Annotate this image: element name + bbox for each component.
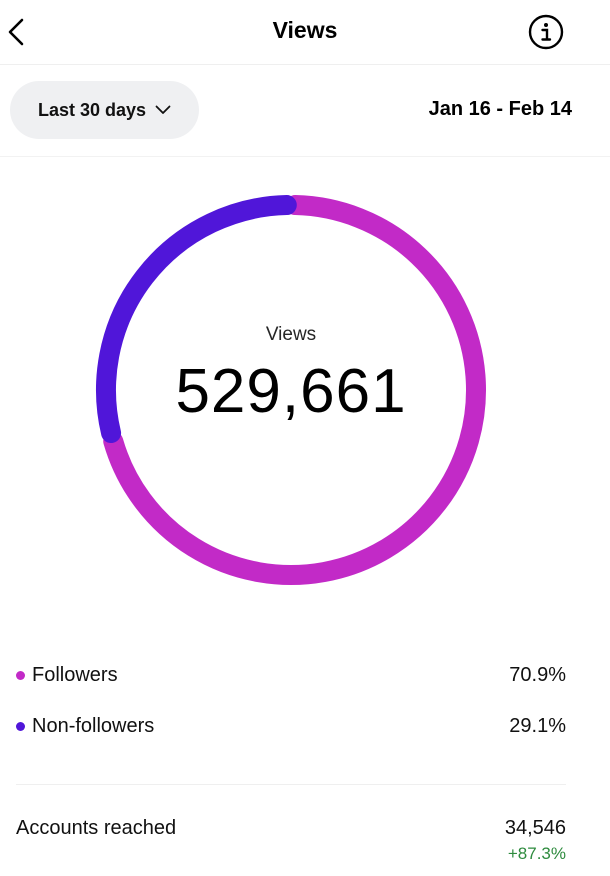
legend-label-followers: Followers: [32, 663, 118, 686]
legend-value-non-followers: 29.1%: [509, 714, 566, 737]
accounts-reached-change: +87.3%: [507, 844, 566, 863]
non-followers-dot-icon: [16, 721, 25, 731]
legend-label-non-followers: Non-followers: [32, 714, 155, 737]
donut-center-value: 529,661: [175, 357, 407, 426]
followers-dot-icon: [16, 670, 25, 680]
legend-row-non-followers: Non-followers 29.1%: [16, 711, 566, 741]
views-donut-chart: [0, 0, 610, 610]
section-divider: [16, 784, 566, 785]
legend-value-followers: 70.9%: [509, 663, 566, 686]
accounts-reached-label: Accounts reached: [16, 817, 177, 839]
donut-chart-svg: [96, 195, 486, 585]
legend-row-followers: Followers 70.9%: [16, 660, 566, 690]
donut-center-label: Views: [265, 324, 317, 345]
accounts-reached-value: 34,546: [504, 817, 566, 839]
